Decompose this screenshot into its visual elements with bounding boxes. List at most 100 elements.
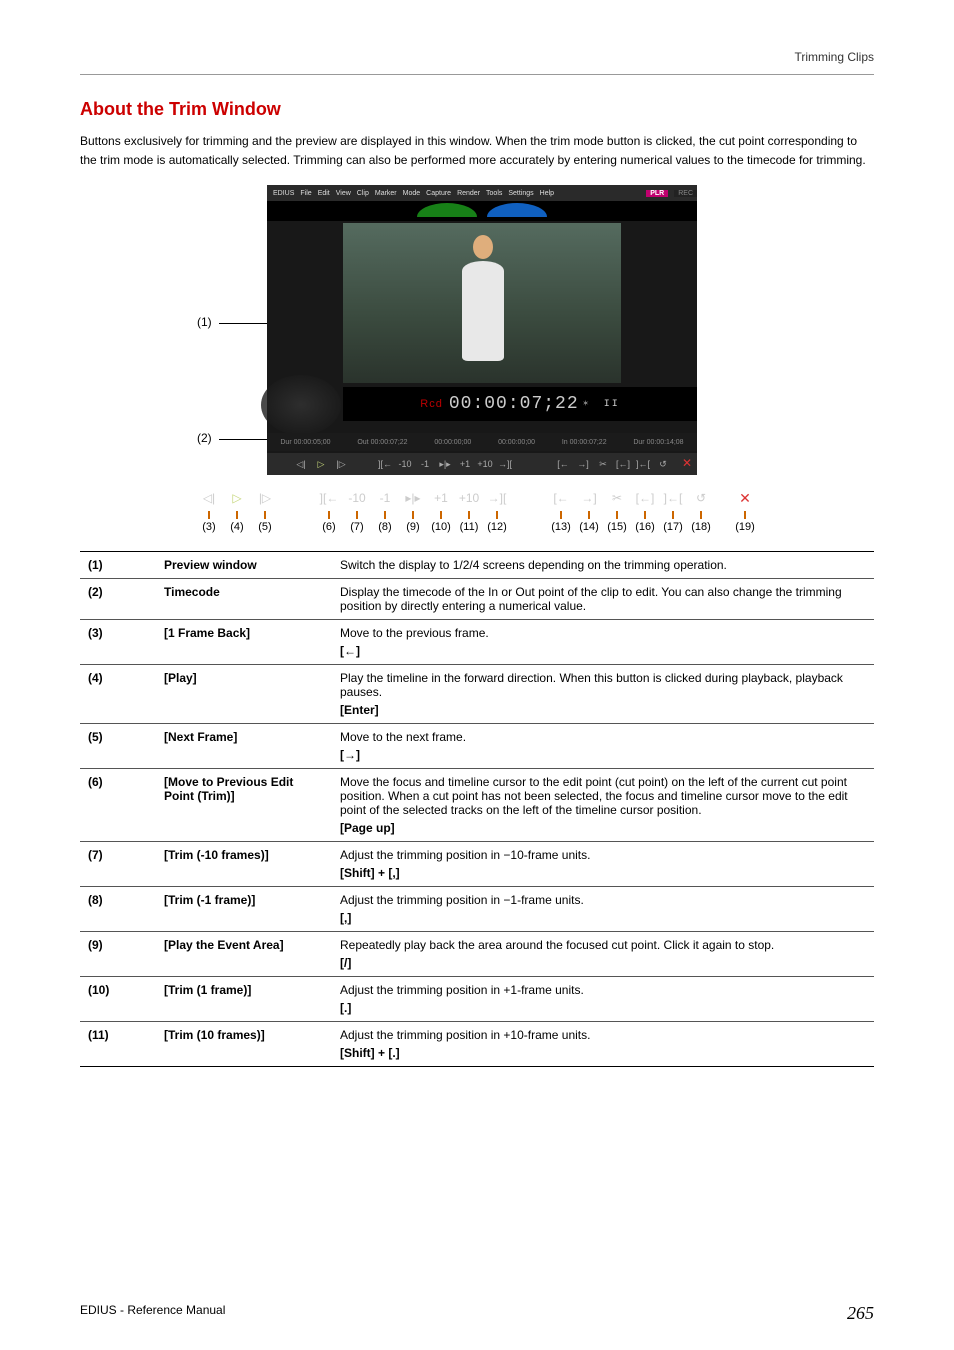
jog-dial-icon: [261, 375, 341, 435]
move-next-edit-icon: →][: [486, 487, 508, 509]
tc-star-icon: ✶: [583, 398, 590, 410]
toolbar-next-icon: |▷: [333, 457, 349, 471]
close-trim-icon: ✕: [734, 487, 756, 509]
trim-m1-icon: -1: [374, 487, 396, 509]
row-name: [Play]: [156, 665, 332, 724]
row-num: (5): [80, 724, 156, 769]
rec-badge: REC: [674, 190, 697, 197]
enlarged-item-19: ✕ (19): [734, 487, 756, 533]
screenshot-window: EDIUS File Edit View Clip Marker Mode Ca…: [267, 185, 697, 475]
callout-1-line: [219, 323, 273, 324]
table-row: (2)TimecodeDisplay the timecode of the I…: [80, 579, 874, 620]
menu-item: Capture: [426, 190, 451, 197]
callout-1-label: (1): [197, 315, 212, 329]
screenshot-preview: [343, 223, 621, 383]
row-name: [Play the Event Area]: [156, 932, 332, 977]
row-shortcut: [Page up]: [340, 821, 866, 835]
row-desc: Adjust the trimming position in −10-fram…: [332, 842, 874, 887]
row-shortcut: [Shift] + [.]: [340, 1046, 866, 1060]
enlarged-item-15: ✂ (15): [606, 487, 628, 533]
in-trim-icon: [←: [550, 487, 572, 509]
enlarged-label: (16): [635, 521, 655, 533]
screenshot-waves: [267, 201, 697, 221]
table-row: (9)[Play the Event Area]Repeatedly play …: [80, 932, 874, 977]
toolbar-p10-icon: +10: [477, 457, 493, 471]
trim-m10-icon: -10: [346, 487, 368, 509]
table-row: (7)[Trim (-10 frames)]Adjust the trimmin…: [80, 842, 874, 887]
rolling-trim-icon: ↺: [690, 487, 712, 509]
row-num: (11): [80, 1022, 156, 1067]
table-row: (10)[Trim (1 frame)]Adjust the trimming …: [80, 977, 874, 1022]
tc-cell: In 00:00:07;22: [562, 439, 607, 446]
toolbar-moveprev-icon: ][←: [377, 457, 393, 471]
enlarged-item-8: -1 (8): [374, 487, 396, 533]
tc-cell: Dur 00:00:05;00: [280, 439, 330, 446]
trim-p10-icon: +10: [458, 487, 480, 509]
enlarged-item-12: →][ (12): [486, 487, 508, 533]
enlarged-item-9: ▸|▸ (9): [402, 487, 424, 533]
enlarged-item-17: ]←[ (17): [662, 487, 684, 533]
menu-item: Tools: [486, 190, 502, 197]
tc-cell: 00:00:00;00: [434, 439, 471, 446]
enlarged-label: (18): [691, 521, 711, 533]
controls-table: (1)Preview windowSwitch the display to 1…: [80, 551, 874, 1067]
screenshot-menubar: EDIUS File Edit View Clip Marker Mode Ca…: [267, 185, 697, 201]
menu-item: Render: [457, 190, 480, 197]
enlarged-item-13: [← (13): [550, 487, 572, 533]
pause-icon: II: [604, 399, 620, 410]
menu-item: Clip: [357, 190, 369, 197]
row-name: [Trim (-1 frame)]: [156, 887, 332, 932]
enlarged-label: (4): [230, 521, 243, 533]
toolbar-playevt-icon: ▸|▸: [437, 457, 453, 471]
enlarged-label: (9): [406, 521, 419, 533]
toolbar-undo-icon: ↺: [655, 457, 671, 471]
row-desc: Display the timecode of the In or Out po…: [332, 579, 874, 620]
menu-item: Marker: [375, 190, 397, 197]
toolbar-m10-icon: -10: [397, 457, 413, 471]
row-num: (7): [80, 842, 156, 887]
table-row: (8)[Trim (-1 frame)]Adjust the trimming …: [80, 887, 874, 932]
callout-2-label: (2): [197, 431, 212, 445]
page-footer: EDIUS - Reference Manual 265: [80, 1303, 874, 1324]
row-name: [Trim (-10 frames)]: [156, 842, 332, 887]
enlarged-item-11: +10 (11): [458, 487, 480, 533]
table-row: (1)Preview windowSwitch the display to 1…: [80, 552, 874, 579]
toolbar-slip-icon: ]←[: [635, 457, 651, 471]
enlarged-item-4: ▷ (4): [226, 487, 248, 533]
row-name: Preview window: [156, 552, 332, 579]
tc-cell: 00:00:00;00: [498, 439, 535, 446]
enlarged-label: (3): [202, 521, 215, 533]
enlarged-item-16: [←] (16): [634, 487, 656, 533]
tc-cell: Out 00:00:07;22: [357, 439, 407, 446]
row-num: (9): [80, 932, 156, 977]
menu-item: EDIUS: [273, 190, 294, 197]
enlarged-label: (8): [378, 521, 391, 533]
cut-icon: ✂: [606, 487, 628, 509]
row-shortcut: [Enter]: [340, 703, 866, 717]
screenshot-timecode-row: Dur 00:00:05;00 Out 00:00:07;22 00:00:00…: [267, 433, 697, 451]
enlarged-toolbar-row: ◁| (3) ▷ (4) |▷ (5) ][← (6) -10 (7) -1: [197, 487, 757, 533]
menu-item: View: [336, 190, 351, 197]
row-desc: Switch the display to 1/2/4 screens depe…: [332, 552, 874, 579]
row-num: (10): [80, 977, 156, 1022]
timecode-value: 00:00:07;22: [449, 394, 579, 414]
table-row: (11)[Trim (10 frames)]Adjust the trimmin…: [80, 1022, 874, 1067]
row-num: (6): [80, 769, 156, 842]
row-name: Timecode: [156, 579, 332, 620]
plr-badge: PLR: [646, 190, 668, 197]
footer-page-number: 265: [847, 1303, 874, 1324]
row-shortcut: [Shift] + [,]: [340, 866, 866, 880]
trim-p1-icon: +1: [430, 487, 452, 509]
trim-window-figure: (1) (2) EDIUS File Edit View Clip Marker…: [197, 185, 757, 533]
enlarged-item-5: |▷ (5): [254, 487, 276, 533]
header-rule: [80, 74, 874, 75]
row-desc: Adjust the trimming position in −1-frame…: [332, 887, 874, 932]
enlarged-label: (6): [322, 521, 335, 533]
table-row: (5)[Next Frame]Move to the next frame.[→…: [80, 724, 874, 769]
enlarged-label: (5): [258, 521, 271, 533]
enlarged-item-3: ◁| (3): [198, 487, 220, 533]
toolbar-movenext-icon: →][: [497, 457, 513, 471]
toolbar-cut-icon: ✂: [595, 457, 611, 471]
row-name: [Trim (10 frames)]: [156, 1022, 332, 1067]
row-desc: Move the focus and timeline cursor to th…: [332, 769, 874, 842]
